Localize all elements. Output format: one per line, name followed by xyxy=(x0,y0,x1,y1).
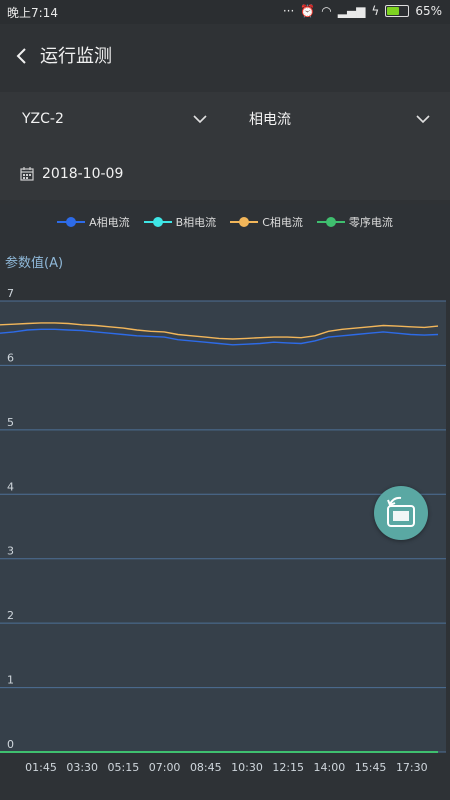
legend-item[interactable]: C相电流 xyxy=(230,214,303,230)
chevron-left-icon xyxy=(16,48,26,64)
chevron-down-icon xyxy=(193,115,207,124)
x-tick-label: 10:30 xyxy=(231,761,263,774)
back-button[interactable] xyxy=(12,42,32,70)
status-bar: 晚上7:14 ··· ⏰ ◠ ▂▄▆ ϟ 65% xyxy=(0,0,450,24)
page-title: 运行监测 xyxy=(40,46,112,67)
legend-item[interactable]: A相电流 xyxy=(57,214,130,230)
date-value: 2018-10-09 xyxy=(42,166,124,182)
app-header: 运行监测 xyxy=(0,24,450,88)
charging-icon: ϟ xyxy=(371,4,380,18)
rotate-screen-button[interactable] xyxy=(374,486,428,540)
device-select-value: YZC-2 xyxy=(22,111,64,127)
legend-label: B相电流 xyxy=(175,216,217,229)
y-tick-label: 0 xyxy=(7,738,14,751)
status-icons: ··· ⏰ ◠ ▂▄▆ ϟ 65% xyxy=(283,4,442,18)
device-select[interactable]: YZC-2 xyxy=(22,92,208,146)
y-tick-label: 4 xyxy=(7,480,14,493)
legend-swatch xyxy=(143,217,172,227)
y-tick-label: 1 xyxy=(7,674,14,687)
y-tick-label: 7 xyxy=(7,287,14,300)
type-select-value: 相电流 xyxy=(249,112,291,128)
legend-swatch xyxy=(230,217,259,227)
y-tick-label: 3 xyxy=(7,545,14,558)
y-tick-label: 6 xyxy=(7,351,14,364)
signal-icon: ▂▄▆ xyxy=(337,4,366,18)
y-tick-label: 5 xyxy=(7,416,14,429)
battery-icon xyxy=(385,5,410,17)
chart-area: A相电流 B相电流 C相电流 零序电流 参数值(A) 0 1 2 3 4 5 6 7 01:45 03:… xyxy=(0,204,450,800)
legend-swatch xyxy=(316,217,345,227)
rotate-screen-icon xyxy=(387,496,415,527)
x-tick-label: 05:15 xyxy=(108,761,140,774)
x-tick-label: 08:45 xyxy=(190,761,222,774)
chart-legend: A相电流 B相电流 C相电流 零序电流 xyxy=(0,214,450,230)
battery-percent: 65% xyxy=(415,4,442,18)
calendar-icon xyxy=(20,167,34,181)
x-tick-label: 12:15 xyxy=(272,761,304,774)
y-tick-label: 2 xyxy=(7,609,14,622)
status-time: 晚上7:14 xyxy=(7,6,58,20)
legend-label: C相电流 xyxy=(262,216,303,229)
battery-fill xyxy=(387,7,400,15)
legend-label: 零序电流 xyxy=(348,216,393,229)
x-tick-label: 03:30 xyxy=(66,761,98,774)
chevron-down-icon xyxy=(416,115,430,124)
more-icon: ··· xyxy=(282,4,295,18)
x-tick-label: 01:45 xyxy=(25,761,57,774)
legend-swatch xyxy=(57,217,86,227)
x-tick-label: 07:00 xyxy=(149,761,181,774)
type-select[interactable]: 相电流 xyxy=(249,92,431,146)
filter-panel: YZC-2 相电流 2018-10-09 xyxy=(0,92,450,200)
y-axis-label: 参数值(A) xyxy=(5,256,64,271)
x-tick-label: 15:45 xyxy=(355,761,387,774)
legend-item[interactable]: 零序电流 xyxy=(316,214,393,230)
alarm-icon: ⏰ xyxy=(300,4,316,18)
wifi-icon: ◠ xyxy=(321,4,332,18)
x-tick-label: 17:30 xyxy=(396,761,428,774)
legend-item[interactable]: B相电流 xyxy=(143,214,217,230)
legend-label: A相电流 xyxy=(89,216,130,229)
date-picker[interactable]: 2018-10-09 xyxy=(20,154,123,194)
x-tick-label: 14:00 xyxy=(314,761,346,774)
